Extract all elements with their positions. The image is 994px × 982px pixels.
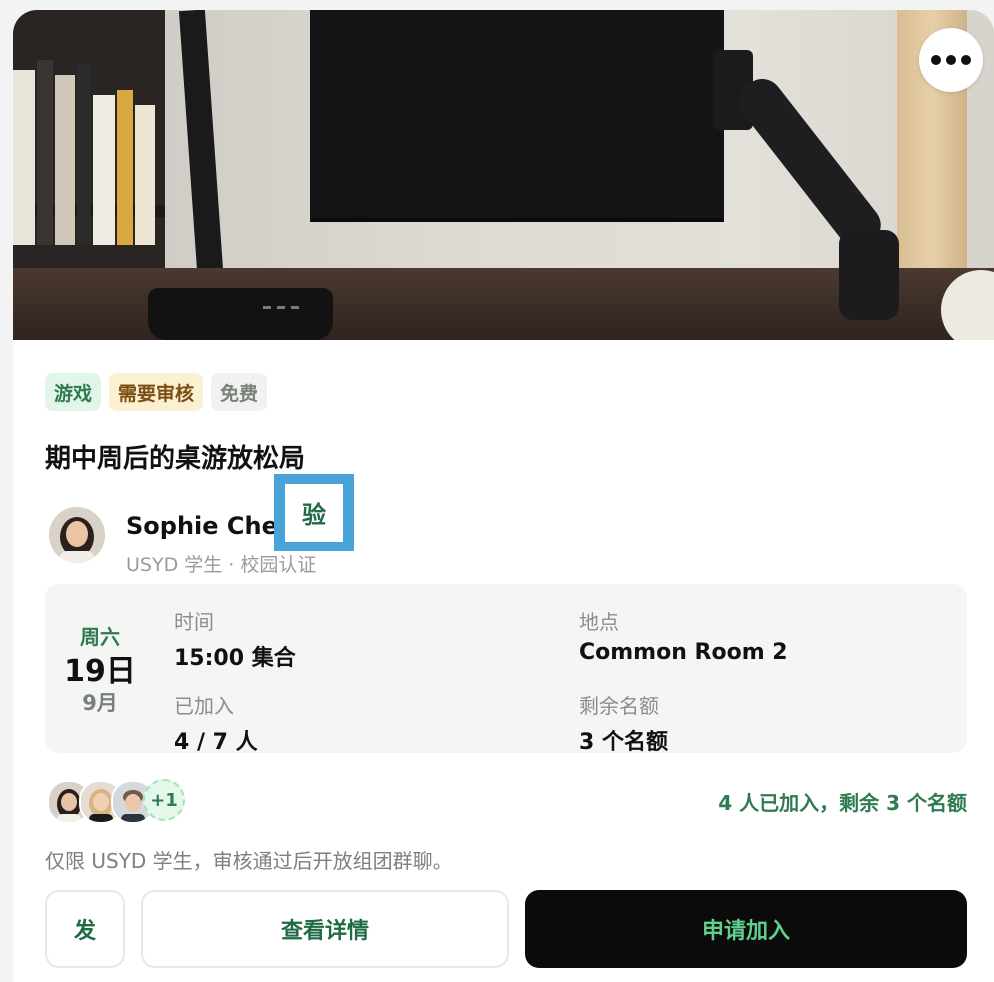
host-subtitle: USYD 学生 · 校园认证 [126, 554, 317, 576]
time-value: 15:00 集合 [174, 646, 296, 671]
more-horizontal-icon [931, 55, 941, 65]
verified-badge: 验 [274, 474, 354, 551]
remaining-label: 剩余名额 [579, 694, 659, 718]
host-avatar[interactable] [49, 507, 105, 563]
event-note: 仅限 USYD 学生，审核通过后开放组团群聊。 [45, 849, 453, 873]
tag-review-required: 需要审核 [109, 373, 204, 411]
remaining-value: 3 个名额 [579, 730, 668, 755]
send-button[interactable]: 发 [45, 890, 125, 968]
more-participants-count[interactable]: +1 [143, 779, 185, 821]
event-info-panel: 周六 19日 9月 时间 15:00 集合 地点 Common Room 2 已… [45, 584, 967, 755]
participants-summary: 4 人已加入，剩余 3 个名额 [718, 791, 967, 815]
event-date: 周六 19日 9月 [45, 584, 155, 753]
joined-value: 4 / 7 人 [174, 730, 258, 755]
event-title: 期中周后的桌游放松局 [45, 444, 306, 474]
date-month: 9月 [82, 691, 118, 715]
tag-category: 游戏 [45, 373, 102, 411]
date-day: 19日 [64, 654, 136, 689]
event-card[interactable]: 游戏 需要审核 免费 期中周后的桌游放松局 Sophie Chen USYD 学… [13, 10, 994, 982]
joined-label: 已加入 [174, 694, 234, 718]
time-label: 时间 [174, 610, 214, 634]
location-value: Common Room 2 [579, 640, 788, 665]
event-tags: 游戏 需要审核 免费 [45, 373, 268, 411]
view-details-button[interactable]: 查看详情 [141, 890, 509, 968]
tag-price: 免费 [211, 373, 268, 411]
verified-icon: 验 [285, 483, 343, 542]
more-options-button[interactable] [919, 28, 983, 92]
event-cover-photo [13, 10, 994, 340]
apply-join-button[interactable]: 申请加入 [525, 890, 967, 968]
location-label: 地点 [579, 610, 619, 634]
monitor-graphic [310, 10, 724, 222]
host-name[interactable]: Sophie Chen [126, 512, 295, 540]
